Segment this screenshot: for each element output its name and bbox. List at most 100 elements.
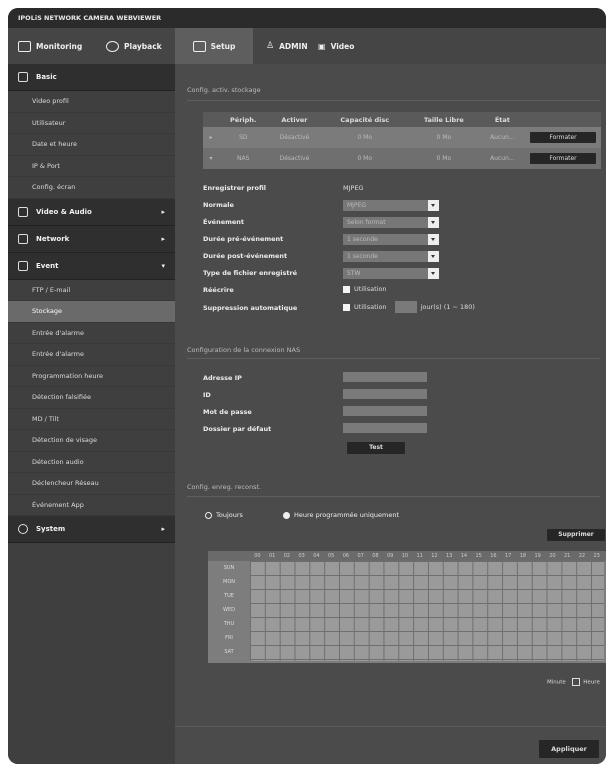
apply-button[interactable]: Appliquer	[539, 740, 599, 758]
cell-status: Aucun...	[479, 148, 525, 169]
sidebar-network[interactable]: Network ▸	[8, 225, 175, 253]
sidebar-item-screen-config[interactable]: Config. écran	[8, 177, 175, 199]
nas-password-input[interactable]	[343, 406, 427, 416]
cell-device: SD	[219, 127, 268, 148]
sidebar-item-time-schedule[interactable]: Programmation heure	[8, 366, 175, 387]
schedule-hour-label[interactable]: 10	[398, 551, 413, 561]
schedule-hour-label[interactable]: 03	[294, 551, 309, 561]
delete-button[interactable]: Supprimer	[547, 529, 605, 541]
nas-test-button[interactable]: Test	[347, 442, 405, 454]
overwrite-checkbox[interactable]	[343, 285, 350, 293]
nav-setup[interactable]: Setup	[175, 28, 253, 64]
sidebar-item-network-trigger[interactable]: Déclencheur Réseau	[8, 473, 175, 495]
always-radio[interactable]	[205, 511, 212, 519]
schedule-hour-label[interactable]: 16	[486, 551, 501, 561]
schedule-hour-label[interactable]: 19	[530, 551, 545, 561]
top-navigation: Monitoring Playback Setup ♙ ADMIN ▣ Vide…	[8, 28, 606, 64]
schedule-hour-label[interactable]: 11	[412, 551, 427, 561]
schedule-hour-label[interactable]: 23	[589, 551, 604, 561]
auto-delete-suffix: jour(s) (1 ~ 180)	[420, 303, 475, 311]
sidebar-system[interactable]: System ▸	[8, 516, 175, 543]
scheduled-radio[interactable]	[283, 511, 290, 519]
cell-enable[interactable]: Désactivé	[267, 127, 322, 148]
auto-delete-checkbox[interactable]	[343, 303, 350, 311]
pre-event-select[interactable]: 1 seconde	[343, 234, 439, 245]
nas-ip-input[interactable]	[343, 372, 427, 382]
sidebar-item-date-time[interactable]: Date et heure	[8, 134, 175, 156]
event-select[interactable]: Selon format	[343, 217, 439, 228]
auto-delete-days-input[interactable]	[394, 301, 417, 313]
sidebar-item-app-event[interactable]: Événement App	[8, 495, 175, 516]
schedule-day-label[interactable]: SAT	[208, 649, 250, 655]
file-type-select[interactable]: STW	[343, 268, 439, 279]
schedule-hour-label[interactable]: 01	[265, 551, 280, 561]
schedule-day-label[interactable]: THU	[208, 621, 250, 627]
sidebar-item-ip-port[interactable]: IP & Port	[8, 156, 175, 177]
nav-playback[interactable]: Playback	[106, 28, 162, 64]
sidebar-item-user[interactable]: Utilisateur	[8, 113, 175, 134]
cell-status: Aucun...	[479, 127, 525, 148]
row-selector[interactable]: ▸	[203, 127, 219, 148]
normal-select[interactable]: MJPEG	[343, 200, 439, 211]
schedule-hour-label[interactable]: 15	[471, 551, 486, 561]
schedule-day-label[interactable]: FRI	[208, 635, 250, 641]
schedule-hour-label[interactable]: 13	[442, 551, 457, 561]
schedule-hour-label[interactable]: 02	[280, 551, 295, 561]
schedule-hour-label[interactable]: 22	[575, 551, 590, 561]
schedule-hour-label[interactable]: 09	[383, 551, 398, 561]
cell-enable[interactable]: Désactivé	[267, 148, 322, 169]
chevron-right-icon: ▸	[161, 525, 165, 533]
format-button[interactable]: Formater	[530, 153, 596, 164]
schedule-hour-label[interactable]: 08	[368, 551, 383, 561]
always-option[interactable]: Toujours	[205, 511, 243, 519]
schedule-hour-label[interactable]: 12	[427, 551, 442, 561]
hour-checkbox[interactable]	[571, 678, 580, 686]
schedule-day-label[interactable]: MON	[208, 579, 250, 585]
format-button[interactable]: Formater	[530, 132, 596, 143]
sidebar-basic[interactable]: Basic	[8, 64, 175, 91]
event-label: Événement	[203, 218, 245, 226]
schedule-hour-label[interactable]: 07	[353, 551, 368, 561]
post-event-select[interactable]: 1 seconde	[343, 251, 439, 262]
sidebar-item-tampering[interactable]: Détection falsifiée	[8, 387, 175, 409]
schedule-day-label[interactable]: WED	[208, 607, 250, 613]
schedule-hour-label[interactable]: 17	[501, 551, 516, 561]
nas-section-title: Configuration de la connexion NAS	[187, 346, 301, 354]
schedule-day-label[interactable]: SUN	[208, 565, 250, 571]
sidebar-video-audio[interactable]: Video & Audio ▸	[8, 198, 175, 226]
sidebar-item-ftp-email[interactable]: FTP / E-mail	[8, 280, 175, 301]
row-selector[interactable]: ▾	[203, 148, 219, 169]
sidebar-item-alarm-input-2[interactable]: Entrée d'alarme	[8, 344, 175, 366]
scheduled-option[interactable]: Heure programmée uniquement	[283, 511, 399, 519]
sidebar-item-face-detection[interactable]: Détection de visage	[8, 430, 175, 452]
sidebar-item-video-profile[interactable]: Video profil	[8, 91, 175, 113]
schedule-hour-label[interactable]: 05	[324, 551, 339, 561]
schedule-hour-label[interactable]: 18	[516, 551, 531, 561]
table-row[interactable]: ▾ NAS Désactivé 0 Mo 0 Mo Aucun... Forma…	[203, 148, 601, 169]
schedule-cells[interactable]	[250, 561, 604, 661]
sidebar-item-md-tilt[interactable]: MD / Tilt	[8, 409, 175, 430]
schedule-hour-label[interactable]: 21	[560, 551, 575, 561]
table-row[interactable]: ▸ SD Désactivé 0 Mo 0 Mo Aucun... Format…	[203, 127, 601, 148]
pre-event-select-value: 1 seconde	[347, 236, 378, 243]
schedule-day-label[interactable]: TUE	[208, 593, 250, 599]
nas-id-input[interactable]	[343, 389, 427, 399]
schedule-hour-label[interactable]: 00	[250, 551, 265, 561]
sidebar-item-audio-detection[interactable]: Détection audio	[8, 452, 175, 473]
admin-button[interactable]: ♙ ADMIN	[266, 28, 308, 64]
sidebar-item-alarm-input[interactable]: Entrée d'alarme	[8, 323, 175, 344]
video-icon: ▣	[318, 41, 326, 51]
auto-delete-option[interactable]: Utilisation jour(s) (1 ~ 180)	[343, 301, 475, 313]
pre-event-label: Durée pré-événement	[203, 235, 284, 243]
schedule-hour-label[interactable]: 04	[309, 551, 324, 561]
video-button[interactable]: ▣ Video	[318, 28, 354, 64]
schedule-hour-label[interactable]: 06	[339, 551, 354, 561]
schedule-hour-label[interactable]: 14	[457, 551, 472, 561]
schedule-grid[interactable]: 00 01 02 03 04 05 06 07 08 09 10 11 12 13 14 15 16 17 18 19…	[208, 551, 606, 663]
sidebar-item-storage[interactable]: Stockage	[8, 301, 175, 323]
sidebar-event[interactable]: Event ▾	[8, 252, 175, 280]
overwrite-option[interactable]: Utilisation	[343, 285, 387, 293]
schedule-hour-label[interactable]: 20	[545, 551, 560, 561]
nas-folder-input[interactable]	[343, 423, 427, 433]
nav-monitoring[interactable]: Monitoring	[18, 28, 82, 64]
